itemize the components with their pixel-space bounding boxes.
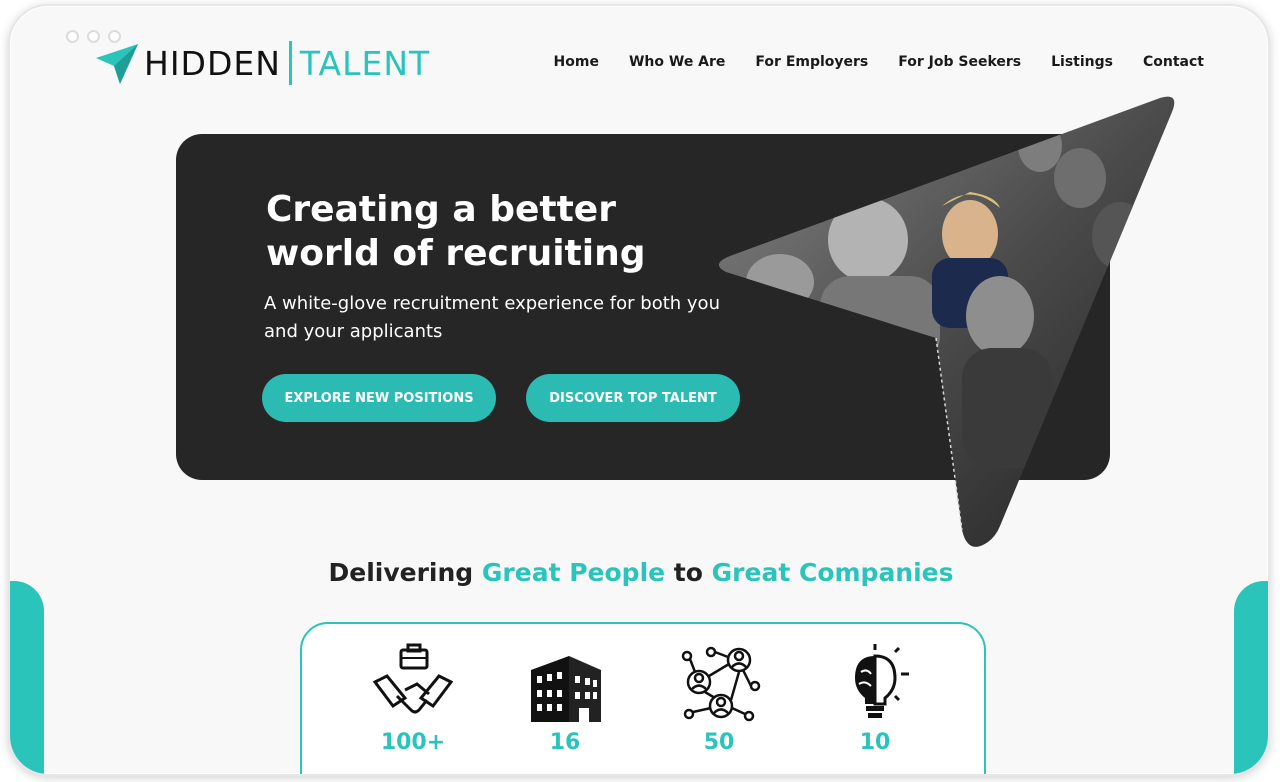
site-logo[interactable]: HIDDEN TALENT [94,40,430,86]
paper-plane-icon [96,44,138,84]
logo-text-hidden: HIDDEN [144,43,281,83]
stat-item: 50 [664,642,774,755]
tagline-part1: Delivering [328,558,482,587]
explore-positions-button[interactable]: EXPLORE NEW POSITIONS [262,374,496,422]
office-building-icon [531,656,601,722]
main-nav: Home Who We Are For Employers For Job Se… [554,54,1204,70]
stat-value: 100+ [380,730,446,755]
logo-text-talent: TALENT [299,43,431,83]
hero-title: Creating a better world of recruiting [266,189,646,274]
nav-who-we-are[interactable]: Who We Are [629,54,725,70]
network-people-icon [681,646,761,722]
hero-subtitle: A white-glove recruitment experience for… [264,293,720,342]
nav-contact[interactable]: Contact [1143,54,1204,70]
decorative-teal-strip-left [10,581,44,774]
logo-divider [288,41,292,85]
lightbulb-brain-icon [855,644,909,718]
decorative-teal-strip-right [1234,581,1268,774]
tagline-great-companies: Great Companies [711,558,954,587]
window-dot[interactable] [66,30,79,43]
nav-for-job-seekers[interactable]: For Job Seekers [898,54,1021,70]
stat-item: 16 [510,642,620,755]
nav-for-employers[interactable]: For Employers [755,54,868,70]
nav-home[interactable]: Home [554,54,599,70]
tagline: Delivering Great People to Great Compani… [10,558,1268,587]
stat-value: 16 [549,730,581,755]
stat-value: 10 [859,730,891,755]
tagline-great-people: Great People [481,558,666,587]
tagline-part3: to [665,558,712,587]
stat-item: 10 [820,642,930,755]
handshake-briefcase-icon [372,643,454,714]
crowd-photo [718,96,1175,547]
stat-item: 100+ [358,642,468,755]
browser-frame: HIDDEN TALENT Home Who We Are For Employ… [8,4,1270,776]
nav-listings[interactable]: Listings [1051,54,1113,70]
stat-value: 50 [703,730,735,755]
stats-panel: 100+ 16 50 10 [300,622,986,774]
